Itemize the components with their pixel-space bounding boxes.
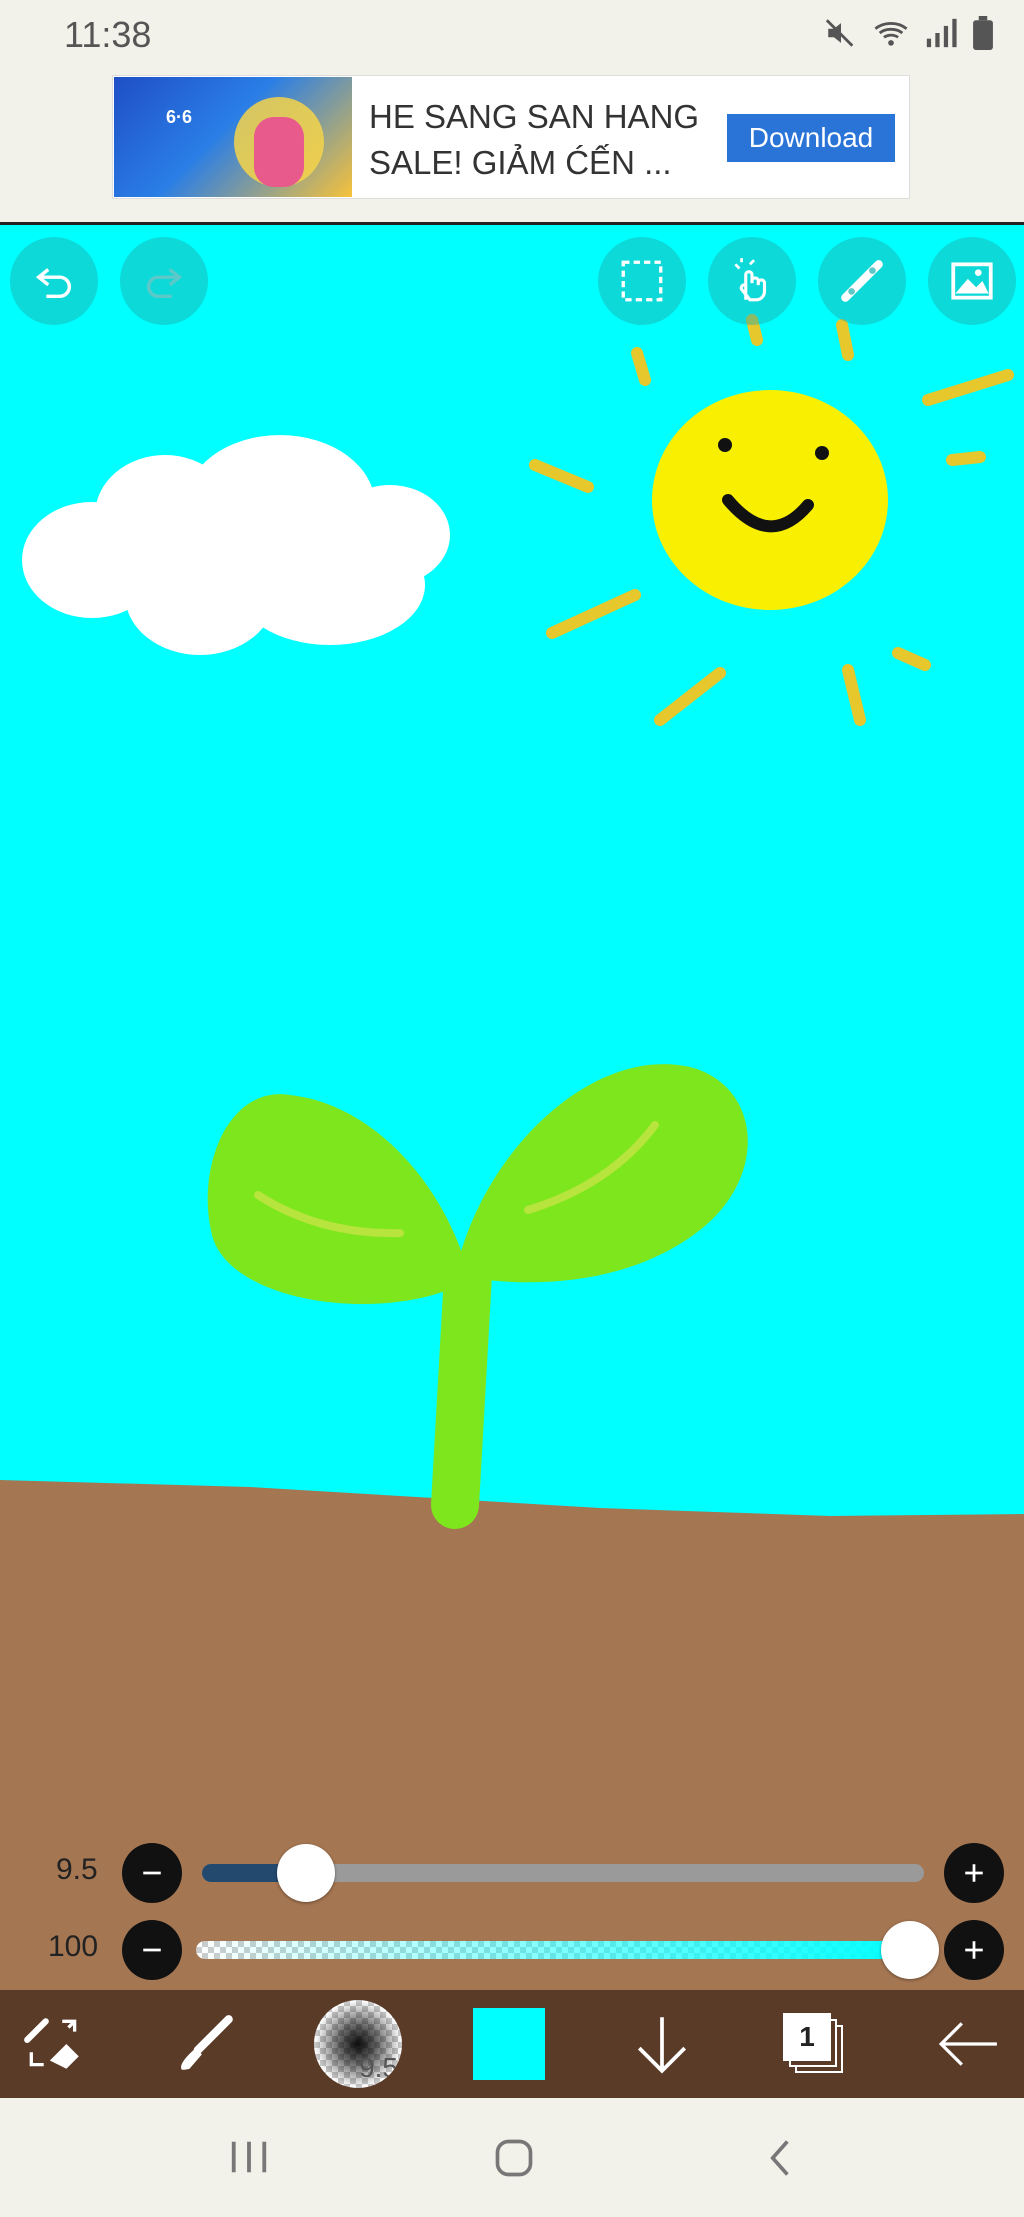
- opacity-track[interactable]: [196, 1941, 914, 1959]
- drawing-canvas[interactable]: 9.5 100: [0, 225, 1024, 1990]
- color-swatch: [473, 2008, 545, 2080]
- status-time: 11:38: [64, 14, 152, 55]
- wifi-icon: [874, 22, 908, 46]
- back-icon: [770, 2140, 789, 2176]
- recents-icon: [231, 2141, 267, 2173]
- layers-icon: 1: [781, 2011, 847, 2077]
- artwork: [0, 314, 1024, 1990]
- opacity-value: 100: [48, 1930, 99, 1963]
- selection-button[interactable]: [598, 237, 686, 325]
- brush-preview-label: 9.5: [359, 2052, 398, 2083]
- ruler-icon: [841, 260, 883, 302]
- brush-preview-circle: 9.5: [314, 2000, 402, 2088]
- mute-icon: [825, 19, 854, 47]
- brush-size-increase-button[interactable]: [944, 1843, 1004, 1903]
- selection-icon: [621, 260, 663, 302]
- system-back-button[interactable]: [762, 2136, 798, 2185]
- minus-icon: [143, 1871, 161, 1875]
- brush-icon: [181, 2015, 233, 2070]
- ad-area: 6·6 HE SANG SAN HANG SALE! GIẢM ĆẾN ... …: [0, 72, 1024, 222]
- home-button[interactable]: [492, 2136, 536, 2185]
- plus-icon: [965, 1864, 983, 1882]
- cloud-drawing: [22, 435, 450, 655]
- undo-icon: [35, 268, 72, 299]
- bottom-toolbar: 9.5 1: [0, 1990, 1024, 2098]
- swap-tool-button[interactable]: [14, 2004, 94, 2084]
- image-button[interactable]: [928, 237, 1016, 325]
- ad-headline-line2: SALE! GIẢM ĆẾN ...: [369, 144, 672, 181]
- hand-icon: [734, 258, 767, 302]
- ad-image[interactable]: 6·6: [114, 77, 352, 197]
- sprout-drawing: [207, 1064, 748, 1529]
- ad-banner[interactable]: 6·6 HE SANG SAN HANG SALE! GIẢM ĆẾN ... …: [112, 75, 910, 199]
- status-bar: 11:38: [0, 0, 1024, 72]
- layers-button[interactable]: 1: [774, 2004, 854, 2084]
- navigation-bar: [0, 2098, 1024, 2217]
- swap-tool-icon: [24, 2018, 79, 2069]
- download-icon: [637, 2017, 687, 2074]
- opacity-decrease-button[interactable]: [122, 1920, 182, 1980]
- plus-icon: [965, 1941, 983, 1959]
- signal-icon: [926, 18, 957, 48]
- back-arrow-icon: [938, 2022, 997, 2066]
- opacity-increase-button[interactable]: [944, 1920, 1004, 1980]
- ad-image-label: 6·6: [165, 107, 192, 127]
- image-icon: [951, 262, 993, 300]
- minus-icon: [143, 1948, 161, 1952]
- back-button[interactable]: [928, 2004, 1008, 2084]
- brush-size-preview[interactable]: 9.5: [312, 2000, 404, 2088]
- sun-drawing: [529, 314, 1014, 726]
- opacity-thumb[interactable]: [881, 1921, 939, 1979]
- redo-icon: [146, 268, 183, 299]
- ad-headline[interactable]: HE SANG SAN HANG SALE! GIẢM ĆẾN ...: [369, 94, 729, 186]
- layer-count: 1: [783, 2013, 831, 2061]
- ad-headline-line1: HE SANG SAN HANG: [369, 98, 700, 135]
- ruler-button[interactable]: [818, 237, 906, 325]
- undo-button[interactable]: [10, 237, 98, 325]
- battery-icon: [973, 16, 993, 50]
- color-swatch-button[interactable]: [472, 2004, 546, 2084]
- brush-size-value: 9.5: [56, 1853, 98, 1886]
- home-icon: [495, 2139, 533, 2177]
- brush-size-decrease-button[interactable]: [122, 1843, 182, 1903]
- hand-tool-button[interactable]: [708, 237, 796, 325]
- recents-button[interactable]: [226, 2136, 272, 2183]
- download-button[interactable]: [622, 2004, 702, 2084]
- brush-tool-button[interactable]: [166, 2004, 246, 2084]
- ad-download-button[interactable]: Download: [727, 114, 895, 162]
- opacity-gradient: [196, 1941, 914, 1959]
- brush-size-thumb[interactable]: [277, 1844, 335, 1902]
- redo-button[interactable]: [120, 237, 208, 325]
- status-icons: [824, 16, 994, 50]
